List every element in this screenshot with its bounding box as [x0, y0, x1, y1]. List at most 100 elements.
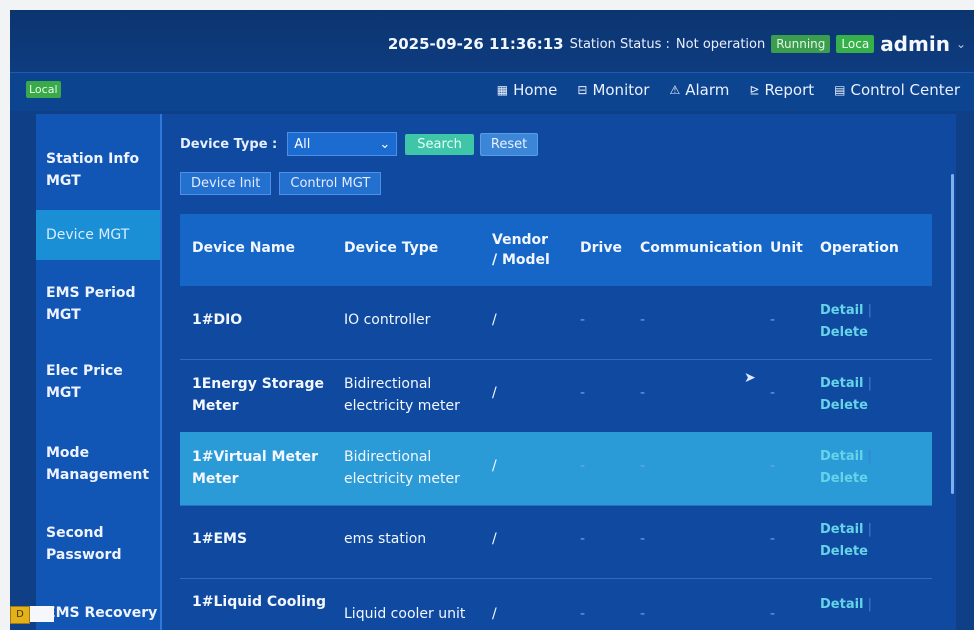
nav-alarm-label: Alarm [685, 81, 730, 99]
cell-unit: - [770, 606, 776, 622]
cell-drive: - [580, 385, 586, 401]
cell-vendor: / [492, 312, 497, 328]
col-device-type: Device Type [344, 240, 439, 256]
cell-communication: - [640, 385, 646, 401]
cell-vendor: / [492, 385, 497, 401]
cell-device-type: Bidirectional electricity meter [344, 449, 460, 487]
sidebar-item-elec-price[interactable]: Elec Price MGT [36, 360, 160, 404]
cell-drive: - [580, 458, 586, 474]
nav-control-center[interactable]: ▤ Control Center [834, 81, 960, 99]
cell-device-name: 1#EMS [192, 531, 248, 547]
detail-link[interactable]: Detail [820, 519, 872, 541]
cell-communication: - [640, 458, 646, 474]
cell-operation: Detail [820, 594, 872, 616]
station-status-value: Not operation [675, 36, 766, 52]
cell-communication: - [640, 312, 646, 328]
col-communication: Communication [640, 240, 763, 256]
reset-button[interactable]: Reset [479, 132, 539, 156]
col-unit: Unit [770, 240, 803, 256]
nav-monitor-label: Monitor [592, 81, 650, 99]
cell-device-name: 1#Virtual Meter Meter [192, 449, 319, 487]
cell-device-name: 1#DIO [192, 312, 243, 328]
cell-operation: Detail Delete [820, 300, 872, 344]
detail-link[interactable]: Detail [820, 373, 872, 395]
cell-device-name: 1Energy Storage Meter [192, 376, 324, 414]
main-content: Station Info MGT Device MGT EMS Period M… [36, 114, 956, 630]
table-scrollbar[interactable] [951, 174, 954, 494]
nav-monitor[interactable]: ⊟ Monitor [577, 81, 649, 99]
delete-link[interactable]: Delete [820, 395, 872, 417]
sidebar-item-second-password[interactable]: Second Password [36, 522, 160, 566]
nav-alarm[interactable]: ⚠ Alarm [669, 81, 729, 99]
cell-drive: - [580, 606, 586, 622]
device-type-value: All [294, 136, 311, 152]
report-icon: ⊵ [749, 83, 760, 97]
filter-bar: Device Type : All ⌄ Search Reset [180, 132, 539, 156]
table-row[interactable]: 1#EMS ems station / - - - Detail Delete [180, 505, 932, 579]
table-row[interactable]: 1Energy Storage Meter Bidirectional elec… [180, 359, 932, 433]
chevron-down-icon[interactable]: ⌄ [956, 37, 966, 51]
cell-unit: - [770, 458, 776, 474]
cell-device-type: IO controller [344, 312, 431, 328]
sidebar-item-station-info[interactable]: Station Info MGT [36, 148, 160, 192]
nav-report-label: Report [764, 81, 815, 99]
sidebar: Station Info MGT Device MGT EMS Period M… [36, 114, 162, 630]
sidebar-item-mode-management[interactable]: Mode Management [36, 442, 160, 486]
search-button[interactable]: Search [405, 133, 474, 155]
device-type-select[interactable]: All ⌄ [287, 132, 398, 156]
device-init-button[interactable]: Device Init [180, 172, 272, 195]
cell-unit: - [770, 385, 776, 401]
action-tabs: Device Init Control MGT [180, 172, 382, 195]
cell-vendor: / [492, 606, 497, 622]
nav-bar: Local ▦ Home ⊟ Monitor ⚠ Alarm ⊵ Report ▤ Con… [10, 72, 974, 111]
col-device-name: Device Name [192, 240, 295, 256]
col-vendor-model: Vendor / Model [492, 232, 550, 268]
cell-operation: Detail Delete [820, 373, 872, 417]
cell-operation: Detail Delete [820, 446, 872, 490]
keyboard-icon[interactable]: D [10, 606, 30, 624]
control-center-icon: ▤ [834, 83, 846, 97]
col-drive: Drive [580, 240, 622, 256]
loca-badge: Loca [836, 35, 875, 53]
cell-operation: Detail Delete [820, 519, 872, 563]
detail-link[interactable]: Detail [820, 594, 872, 616]
nav-control-center-label: Control Center [850, 81, 960, 99]
datetime: 2025-09-26 11:36:13 [387, 35, 564, 53]
cell-unit: - [770, 312, 776, 328]
detail-link[interactable]: Detail [820, 300, 872, 322]
top-bar: 2025-09-26 11:36:13 Station Status : Not… [10, 10, 974, 72]
local-badge: Local [26, 81, 61, 98]
mouse-cursor-icon: ➤ [744, 370, 756, 386]
delete-link[interactable]: Delete [820, 468, 872, 490]
alarm-icon: ⚠ [669, 83, 681, 97]
sidebar-item-device-mgt[interactable]: Device MGT [36, 210, 160, 260]
delete-link[interactable]: Delete [820, 541, 872, 563]
sidebar-item-ems-recovery[interactable]: EMS Recovery [36, 602, 160, 624]
detail-link[interactable]: Detail [820, 446, 872, 468]
taskbar-box [30, 606, 54, 622]
main-nav: ▦ Home ⊟ Monitor ⚠ Alarm ⊵ Report ▤ Control C… [497, 81, 960, 99]
cell-drive: - [580, 312, 586, 328]
table-row[interactable]: 1#Liquid Cooling Liquid cooler unit / - … [180, 578, 932, 630]
cell-drive: - [580, 531, 586, 547]
cell-communication: - [640, 606, 646, 622]
cell-device-name: 1#Liquid Cooling [192, 594, 326, 610]
control-mgt-button[interactable]: Control MGT [279, 172, 382, 195]
monitor-icon: ⊟ [577, 83, 588, 97]
sidebar-item-ems-period[interactable]: EMS Period MGT [36, 282, 160, 326]
chevron-down-icon: ⌄ [379, 136, 391, 152]
device-type-label: Device Type : [180, 136, 278, 152]
cell-communication: - [640, 531, 646, 547]
nav-report[interactable]: ⊵ Report [749, 81, 814, 99]
cell-device-type: Bidirectional electricity meter [344, 376, 460, 414]
table-row[interactable]: 1#DIO IO controller / - - - Detail Delet… [180, 286, 932, 360]
table-header: Device Name Device Type Vendor / Model D… [180, 214, 932, 286]
table-row[interactable]: 1#Virtual Meter Meter Bidirectional elec… [180, 432, 932, 506]
cell-vendor: / [492, 531, 497, 547]
station-status-label: Station Status : [569, 36, 670, 52]
delete-link[interactable]: Delete [820, 322, 872, 344]
cell-vendor: / [492, 458, 497, 474]
nav-home[interactable]: ▦ Home [497, 81, 558, 99]
user-menu[interactable]: admin [880, 32, 950, 56]
app-screen: 2025-09-26 11:36:13 Station Status : Not… [10, 10, 974, 630]
